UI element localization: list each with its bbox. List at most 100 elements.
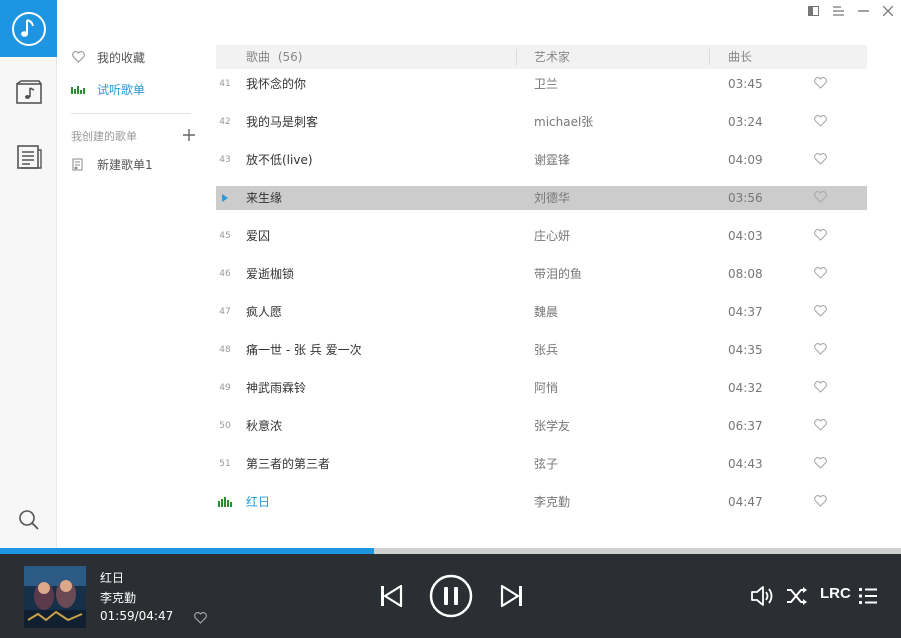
plus-icon[interactable] — [183, 128, 195, 144]
shuffle-icon — [787, 587, 807, 605]
song-artist[interactable]: 刘德华 — [534, 183, 570, 213]
song-title: 我的马是刺客 — [246, 115, 319, 129]
previous-icon — [381, 584, 403, 608]
table-row[interactable]: 46 爱逝枷锁 带泪的鱼 08:08 — [216, 259, 867, 297]
app-logo[interactable] — [0, 0, 57, 57]
track-number: 43 — [219, 155, 231, 165]
song-title: 痛一世 - 张 兵 爱一次 — [246, 343, 362, 357]
next-button[interactable] — [499, 583, 525, 609]
sidebar-item-trial-playlist[interactable]: 试听歌单 — [71, 78, 145, 100]
heart-icon[interactable] — [814, 457, 827, 470]
album-cover[interactable] — [24, 566, 86, 628]
header-title[interactable]: 歌曲 (56) — [246, 45, 302, 69]
table-row[interactable]: 来生缘 刘德华 03:56 — [216, 183, 867, 221]
section-label: 我创建的歌单 — [71, 130, 137, 143]
song-artist[interactable]: 张兵 — [534, 335, 558, 365]
playlist-queue-button[interactable] — [857, 585, 879, 607]
sidebar-item-new-playlist[interactable]: 新建歌单1 — [71, 153, 153, 175]
song-duration: 04:03 — [728, 229, 763, 243]
column-divider — [516, 49, 517, 65]
shuffle-button[interactable] — [785, 585, 809, 607]
table-body: 41 我怀念的你 卫兰 03:45 42 我的马是刺客 michael张 03:24 43 放不低… — [216, 69, 867, 525]
heart-icon[interactable] — [814, 115, 827, 128]
next-icon — [500, 584, 522, 608]
track-number: 42 — [219, 117, 231, 127]
heart-icon[interactable] — [814, 77, 827, 90]
song-duration: 03:24 — [728, 115, 763, 129]
table-row[interactable]: 51 第三者的第三者 弦子 04:43 — [216, 449, 867, 487]
equalizer-icon — [71, 82, 85, 96]
now-playing-title: 红日 — [100, 571, 125, 585]
heart-icon[interactable] — [814, 495, 827, 508]
song-artist[interactable]: 李克勤 — [534, 487, 570, 517]
table-row[interactable]: 42 我的马是刺客 michael张 03:24 — [216, 107, 867, 145]
song-duration: 04:37 — [728, 305, 763, 319]
heart-icon[interactable] — [814, 381, 827, 394]
heart-icon[interactable] — [814, 229, 827, 242]
volume-button[interactable] — [749, 584, 775, 608]
window-controls — [795, 4, 895, 18]
previous-button[interactable] — [378, 583, 404, 609]
table-row[interactable]: 47 疯人愿 魏晨 04:37 — [216, 297, 867, 335]
icon-rail — [0, 0, 57, 548]
table-row[interactable]: 49 神武雨霖铃 阿悄 04:32 — [216, 373, 867, 411]
heart-icon[interactable] — [814, 419, 827, 432]
song-artist[interactable]: 带泪的鱼 — [534, 259, 582, 289]
song-artist[interactable]: 弦子 — [534, 449, 558, 479]
track-number: 48 — [219, 345, 231, 355]
song-title: 秋意浓 — [246, 419, 283, 433]
music-player-window: 我的收藏 试听歌单 我创建的歌单 新建歌单1 歌曲 (56) 艺术家 曲长 41… — [0, 0, 901, 638]
equalizer-icon — [216, 487, 234, 517]
lyrics-button[interactable]: LRC — [820, 585, 851, 602]
now-playing-time: 01:59/04:47 — [100, 609, 174, 623]
song-artist[interactable]: 魏晨 — [534, 297, 558, 327]
song-artist[interactable]: 阿悄 — [534, 373, 558, 403]
music-library-button[interactable] — [0, 72, 57, 112]
table-row[interactable]: 48 痛一世 - 张 兵 爱一次 张兵 04:35 — [216, 335, 867, 373]
song-title: 第三者的第三者 — [246, 457, 331, 471]
song-artist[interactable]: 张学友 — [534, 411, 570, 441]
player-bar: 红日 李克勤 01:59/04:47 LRC — [0, 554, 901, 638]
close-icon[interactable] — [881, 4, 895, 18]
menu-icon[interactable] — [831, 4, 845, 18]
heart-icon[interactable] — [194, 609, 207, 624]
song-artist[interactable]: 庄心妍 — [534, 221, 570, 251]
table-row[interactable]: 45 爱囚 庄心妍 04:03 — [216, 221, 867, 259]
song-artist[interactable]: 卫兰 — [534, 69, 558, 99]
table-row[interactable]: 43 放不低(live) 谢霆锋 04:09 — [216, 145, 867, 183]
table-row[interactable]: 41 我怀念的你 卫兰 03:45 — [216, 69, 867, 107]
heart-icon[interactable] — [814, 305, 827, 318]
track-number: 46 — [219, 269, 231, 279]
playlist-view-button[interactable] — [0, 137, 57, 177]
song-title: 爱逝枷锁 — [246, 267, 295, 281]
sidebar-item-favorites[interactable]: 我的收藏 — [71, 46, 145, 68]
song-duration: 04:47 — [728, 495, 763, 509]
heart-icon[interactable] — [814, 267, 827, 280]
track-number: 49 — [219, 383, 231, 393]
table-row[interactable]: 50 秋意浓 张学友 06:37 — [216, 411, 867, 449]
song-title: 爱囚 — [246, 229, 271, 243]
sidebar-divider — [71, 113, 191, 114]
heart-icon[interactable] — [814, 191, 827, 204]
search-button[interactable] — [0, 500, 57, 540]
pause-icon — [429, 574, 473, 618]
header-duration[interactable]: 曲长 — [728, 45, 752, 69]
sidebar-item-label: 试听歌单 — [97, 82, 146, 97]
pause-button[interactable] — [429, 574, 473, 618]
mini-mode-icon[interactable] — [806, 4, 820, 18]
search-icon — [18, 510, 39, 530]
table-header: 歌曲 (56) 艺术家 曲长 — [216, 45, 867, 69]
header-title-label: 歌曲 — [246, 50, 271, 64]
minimize-icon[interactable] — [856, 4, 870, 18]
header-artist[interactable]: 艺术家 — [534, 45, 570, 69]
table-row[interactable]: 红日 李克勤 04:47 — [216, 487, 867, 525]
heart-icon — [71, 50, 85, 64]
heart-icon[interactable] — [814, 343, 827, 356]
song-artist[interactable]: 谢霆锋 — [534, 145, 570, 175]
song-title: 疯人愿 — [246, 305, 283, 319]
created-playlists-header: 我创建的歌单 — [71, 127, 195, 145]
heart-icon[interactable] — [814, 153, 827, 166]
song-artist[interactable]: michael张 — [534, 107, 593, 137]
song-title: 红日 — [246, 495, 271, 509]
music-folder-icon — [15, 80, 42, 104]
